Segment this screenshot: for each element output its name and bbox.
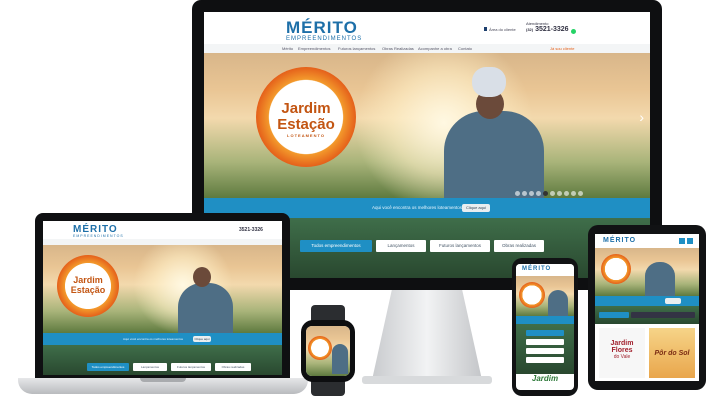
tab-obras[interactable]: Obras realizadas [494, 240, 544, 252]
tab-lancamentos[interactable]: Lançamentos [133, 363, 167, 371]
phone-block: Atendimento (32) 3521-3326 [526, 21, 569, 33]
tab-obras[interactable]: Obras realizadas [215, 363, 251, 371]
band-button[interactable]: Clique aqui [462, 204, 490, 212]
tablet-screen: MÉRITO Jardim Flores do Vale Pôr do Sol [595, 234, 699, 381]
card1-line1: Jardim [610, 340, 634, 347]
search-icon[interactable] [679, 238, 685, 244]
card1-line3: do Vale [613, 354, 631, 360]
lock-icon [484, 27, 487, 31]
hero-figure-head [193, 267, 211, 287]
tablet-logo[interactable]: MÉRITO [603, 237, 636, 244]
desktop-nav: Mérito Empreendimentos Futuros lançament… [204, 44, 650, 53]
tab-lancamentos[interactable]: Lançamentos [376, 240, 426, 252]
hero-child [472, 67, 506, 97]
tab-todos[interactable]: Todos empreendimentos [300, 240, 372, 252]
hero-figure [645, 262, 675, 296]
monitor-base [362, 376, 492, 384]
laptop-phone: 3521-3326 [239, 227, 263, 233]
phone-number: 3521-3326 [535, 26, 569, 33]
phone-header: MÉRITO [516, 264, 574, 276]
tablet-hero [595, 248, 699, 296]
hero-figure [548, 290, 568, 316]
tablet-tabs [595, 306, 699, 324]
phone-band [516, 316, 574, 324]
laptop-notch [140, 378, 186, 382]
tab-futuros[interactable]: Futuros lançamentos [430, 240, 490, 252]
band-button[interactable] [665, 298, 681, 304]
tab-todos[interactable] [599, 312, 629, 318]
hero-figure [332, 344, 348, 374]
band-text: Aqui você encontra os melhores loteament… [123, 337, 184, 341]
menu-icon[interactable] [687, 238, 693, 244]
nav-item-empreendimentos[interactable]: Empreendimentos [298, 44, 330, 53]
laptop-hero: Jardim Estação [43, 245, 282, 333]
phone-logo[interactable]: MÉRITO [522, 266, 551, 272]
tablet-card-2[interactable]: Pôr do Sol [649, 328, 695, 378]
nav-item-obras[interactable]: Obras Realizadas [382, 44, 414, 53]
logo-tagline: EMPREENDIMENTOS [73, 234, 124, 238]
laptop-logo[interactable]: MÉRITO EMPREENDIMENTOS [73, 224, 124, 238]
tab-todos[interactable] [526, 330, 564, 336]
phone-footer-card: Jardim [522, 374, 568, 390]
laptop-badge: Jardim Estação [57, 255, 119, 317]
nav-item-merito[interactable]: Mérito [282, 44, 293, 53]
client-area-link[interactable]: Área do cliente [484, 27, 516, 32]
hero-figure [178, 283, 233, 333]
tab-lancamentos[interactable] [526, 339, 564, 345]
card1-line2: Flores [611, 347, 633, 354]
band-button[interactable]: Clique aqui [193, 336, 211, 342]
client-area-label: Área do cliente [489, 27, 516, 32]
laptop-screen: MÉRITO EMPREENDIMENTOS 3521-3326 Jardim … [43, 221, 282, 375]
slider-dots[interactable] [514, 183, 584, 198]
badge-line2: Estação [277, 116, 335, 133]
phone-screen: MÉRITO Jardim [516, 264, 574, 390]
laptop-band: Aqui você encontra os melhores loteament… [43, 333, 282, 345]
phone-prefix: (32) [526, 27, 534, 32]
phone-tabs [516, 324, 574, 374]
logo-text: MÉRITO [522, 266, 552, 272]
tab-lancamentos[interactable] [631, 312, 695, 318]
tab-todos[interactable]: Todos empreendimentos [87, 363, 129, 371]
tab-obras[interactable] [526, 357, 564, 363]
badge-line1: Jardim [73, 275, 103, 285]
band-text: Aqui você encontra os melhores loteament… [372, 205, 463, 210]
tab-futuros[interactable]: Futuros lançamentos [171, 363, 211, 371]
laptop-tabs: Todos empreendimentos Lançamentos Futuro… [43, 345, 282, 375]
nav-item-futuros[interactable]: Futuros lançamentos [338, 44, 375, 53]
logo-text: MÉRITO [603, 237, 637, 244]
tablet-band [595, 296, 699, 306]
desktop-header: MÉRITO EMPREENDIMENTOS Área do cliente A… [204, 12, 650, 44]
tablet-header: MÉRITO [595, 234, 699, 248]
desktop-hero: Jardim Estação LOTEAMENTO › [204, 53, 650, 198]
badge-sub: LOTEAMENTO [287, 133, 325, 138]
tablet: MÉRITO Jardim Flores do Vale Pôr do Sol [588, 225, 706, 390]
whatsapp-icon[interactable] [571, 29, 576, 34]
tablet-card-1[interactable]: Jardim Flores do Vale [599, 328, 645, 378]
phone-hero [516, 276, 574, 316]
badge-line2: Estação [70, 285, 106, 295]
smartphone: MÉRITO Jardim [512, 258, 578, 396]
client-cta[interactable]: Já sou cliente [550, 44, 574, 53]
monitor-stand [372, 290, 482, 380]
logo-text: MÉRITO [286, 18, 358, 37]
laptop-header: MÉRITO EMPREENDIMENTOS 3521-3326 [43, 221, 282, 239]
logo-tagline: EMPREENDIMENTOS [286, 36, 363, 42]
desktop-logo[interactable]: MÉRITO EMPREENDIMENTOS [286, 18, 362, 42]
tab-futuros[interactable] [526, 348, 564, 354]
badge-line1: Jardim [281, 100, 331, 117]
tablet-badge [601, 254, 631, 284]
watch-badge [308, 336, 332, 360]
nav-item-acompanhe[interactable]: Acompanhe a obra [418, 44, 452, 53]
card2-title: Pôr do Sol [654, 350, 690, 357]
smartwatch-screen [306, 326, 350, 376]
watch-hero [306, 326, 350, 376]
smartwatch [301, 320, 355, 382]
phone-badge [519, 282, 545, 308]
footer-logo-text: Jardim [531, 374, 559, 383]
laptop: MÉRITO EMPREENDIMENTOS 3521-3326 Jardim … [35, 213, 290, 378]
nav-item-contato[interactable]: Contato [458, 44, 472, 53]
hero-badge: Jardim Estação LOTEAMENTO [256, 67, 356, 167]
slider-next-arrow[interactable]: › [639, 109, 644, 125]
